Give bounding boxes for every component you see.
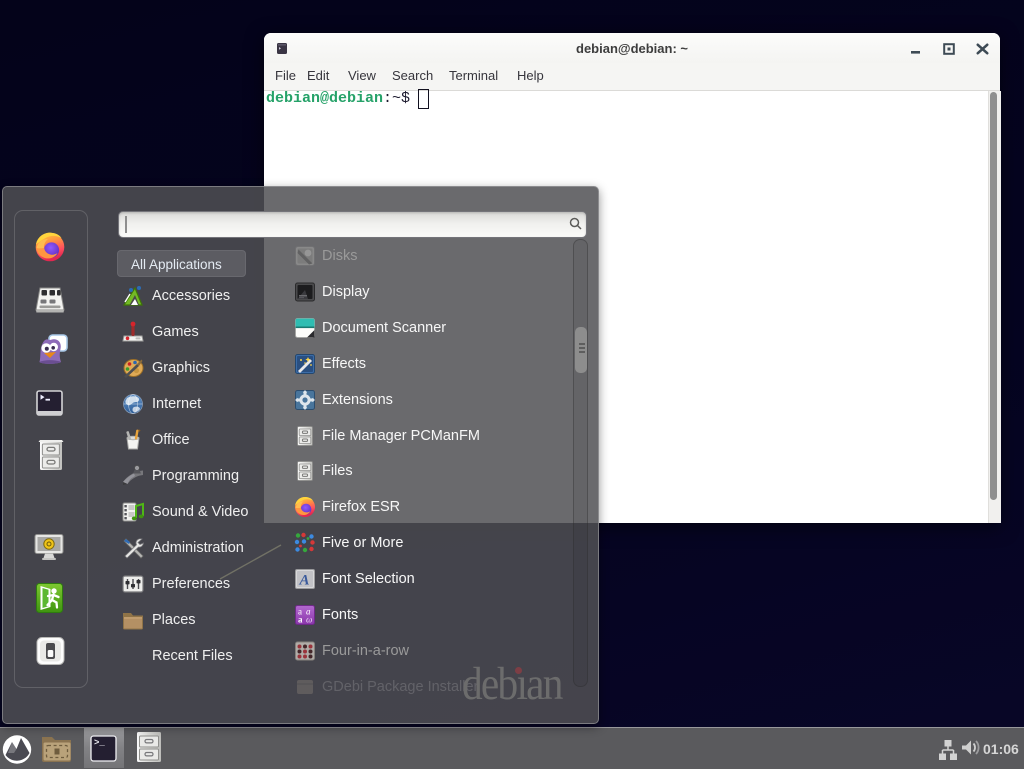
svg-text:>_: >_ (94, 738, 105, 748)
svg-text:01:06: 01:06 (983, 741, 1019, 757)
